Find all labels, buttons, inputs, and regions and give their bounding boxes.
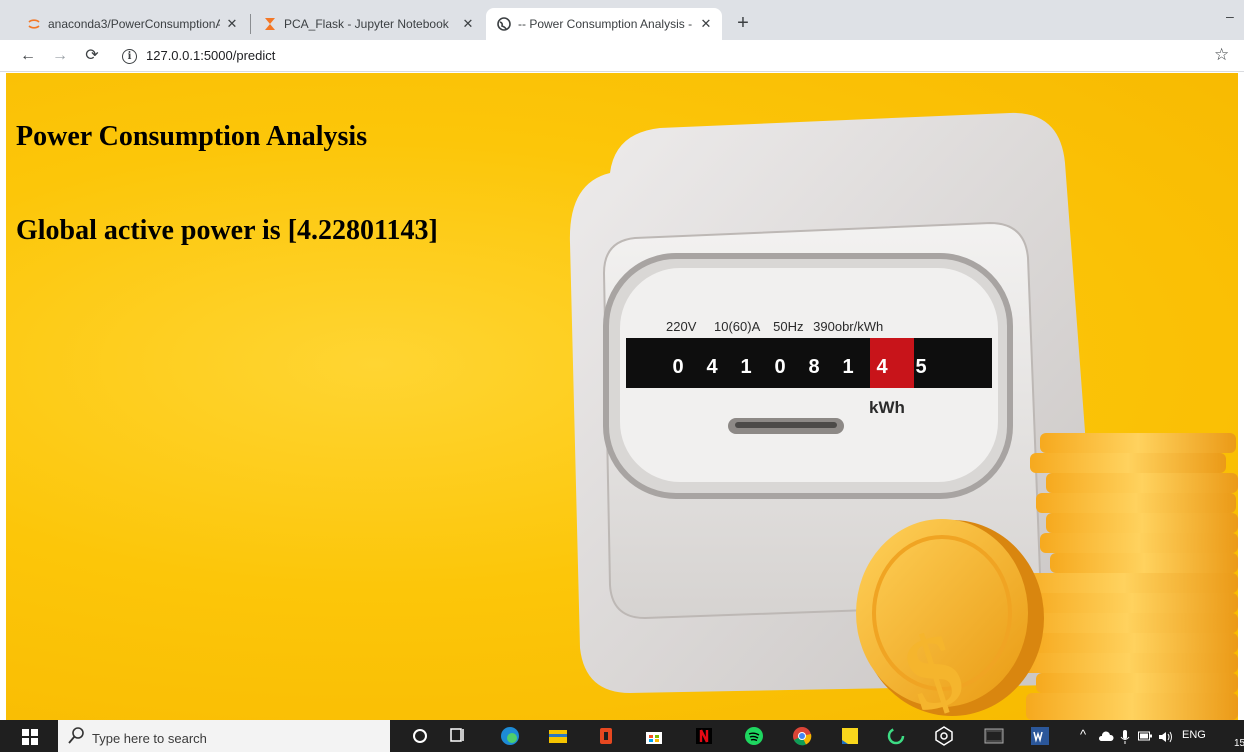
- onedrive-cloud-icon[interactable]: [1098, 730, 1114, 742]
- meter-unit-label: kWh: [869, 398, 905, 417]
- taskbar-search-box[interactable]: Type here to search: [58, 720, 390, 752]
- jupyter-ring-icon: [26, 16, 42, 32]
- globe-icon: [496, 16, 512, 32]
- search-placeholder: Type here to search: [92, 731, 207, 746]
- reload-icon[interactable]: ⟳: [82, 46, 102, 66]
- edge-browser-icon[interactable]: [500, 726, 520, 746]
- prediction-value: [4.22801143]: [287, 215, 438, 246]
- tab-title: PCA_Flask - Jupyter Notebook: [284, 17, 449, 31]
- file-explorer-icon[interactable]: [548, 726, 568, 746]
- browser-tab-strip: anaconda3/PowerConsumptionA ✕ PCA_Flask …: [0, 0, 1244, 40]
- battery-icon[interactable]: [1138, 730, 1152, 742]
- chrome-icon[interactable]: [792, 726, 812, 746]
- cortana-icon[interactable]: [410, 726, 430, 746]
- tab-jupyter-tree[interactable]: anaconda3/PowerConsumptionA ✕: [16, 8, 248, 40]
- meter-digit: 4: [876, 356, 888, 378]
- virtualbox-icon[interactable]: [934, 726, 954, 746]
- meter-constant: 390obr/kWh: [813, 319, 884, 334]
- sticky-notes-icon[interactable]: [840, 726, 860, 746]
- prediction-result: Global active power is [4.22801143]: [16, 215, 438, 247]
- microphone-icon[interactable]: [1120, 730, 1130, 744]
- store-icon[interactable]: [644, 726, 664, 746]
- meter-digit: 0: [672, 356, 684, 378]
- hourglass-icon: [262, 16, 278, 32]
- browser-toolbar: ← → ⟳ i 127.0.0.1:5000/predict ☆: [0, 40, 1244, 72]
- site-info-icon[interactable]: i: [122, 49, 137, 64]
- electric-meter-image: [569, 112, 1238, 720]
- address-bar[interactable]: 127.0.0.1:5000/predict: [146, 48, 275, 63]
- meter-red-digit: 5: [915, 356, 927, 378]
- meter-spec-labels: 220V 10(60)A 50Hz 390obr/kWh: [666, 319, 883, 334]
- chevron-up-icon[interactable]: ^: [1080, 727, 1086, 742]
- meter-digit: 1: [740, 356, 752, 378]
- meter-current: 10(60)A: [714, 319, 760, 334]
- speaker-icon[interactable]: [1158, 730, 1174, 744]
- close-icon[interactable]: ✕: [698, 16, 714, 32]
- windows-taskbar: Type here to search ^ ENG 15: [0, 720, 1244, 752]
- clock-partial[interactable]: 15: [1234, 738, 1244, 749]
- meter-digit: 8: [808, 356, 820, 378]
- office-icon[interactable]: [596, 726, 616, 746]
- meter-voltage: 220V: [666, 319, 697, 334]
- meter-digit: 1: [842, 356, 854, 378]
- tab-title: anaconda3/PowerConsumptionA: [48, 17, 220, 31]
- close-icon[interactable]: ✕: [460, 16, 476, 32]
- windows-start-icon[interactable]: [22, 729, 38, 745]
- tab-title: -- Power Consumption Analysis -: [518, 17, 693, 31]
- meter-frequency: 50Hz: [773, 319, 804, 334]
- tab-power-consumption[interactable]: -- Power Consumption Analysis - ✕: [486, 8, 722, 40]
- meter-digit: 0: [774, 356, 786, 378]
- prediction-prefix: Global active power is: [16, 215, 288, 246]
- task-view-icon[interactable]: [448, 726, 468, 746]
- language-indicator[interactable]: ENG: [1182, 729, 1206, 741]
- word-icon[interactable]: [1030, 726, 1050, 746]
- terminal-icon[interactable]: [984, 726, 1004, 746]
- netflix-icon[interactable]: [694, 726, 714, 746]
- tab-jupyter-notebook[interactable]: PCA_Flask - Jupyter Notebook ✕: [252, 8, 484, 40]
- search-icon: [68, 727, 84, 744]
- tab-separator: [250, 14, 251, 34]
- meter-digit: 4: [706, 356, 718, 378]
- page-content: 220V 10(60)A 50Hz 390obr/kWh 0 4 1 0 8 1…: [6, 73, 1238, 720]
- bookmark-star-icon[interactable]: ☆: [1214, 45, 1229, 65]
- spotify-icon[interactable]: [744, 726, 764, 746]
- forward-arrow-icon[interactable]: →: [50, 46, 70, 66]
- loading-ring-icon[interactable]: [886, 726, 906, 746]
- close-icon[interactable]: ✕: [224, 16, 240, 32]
- minimize-button[interactable]: –: [1226, 8, 1244, 26]
- meter-digits: 0 4 1 0 8 1 4 5: [661, 356, 943, 379]
- new-tab-button[interactable]: +: [734, 13, 752, 33]
- page-title: Power Consumption Analysis: [16, 121, 368, 152]
- back-arrow-icon[interactable]: ←: [18, 46, 38, 66]
